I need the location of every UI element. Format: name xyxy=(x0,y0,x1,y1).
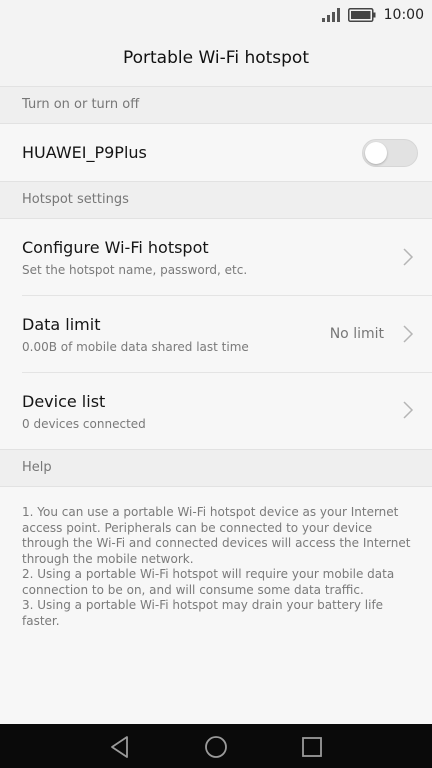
data-limit-title: Data limit xyxy=(22,315,101,334)
section-header-toggle: Turn on or turn off xyxy=(0,86,432,124)
chevron-right-icon xyxy=(403,401,414,419)
configure-hotspot-row[interactable]: Configure Wi-Fi hotspot Set the hotspot … xyxy=(0,219,432,296)
configure-hotspot-title: Configure Wi-Fi hotspot xyxy=(22,238,209,257)
status-icons: 10:00 xyxy=(321,6,424,24)
section-header-label: Turn on or turn off xyxy=(22,97,140,112)
status-bar: 10:00 xyxy=(0,0,432,30)
navigation-bar xyxy=(0,724,432,768)
home-icon[interactable] xyxy=(203,734,229,760)
hotspot-toggle-switch[interactable] xyxy=(362,139,418,167)
device-list-row[interactable]: Device list 0 devices connected xyxy=(0,373,432,449)
battery-icon xyxy=(347,8,376,22)
clock: 10:00 xyxy=(383,7,424,23)
data-limit-value: No limit xyxy=(329,326,384,342)
back-icon[interactable] xyxy=(107,734,133,760)
data-limit-row[interactable]: Data limit 0.00B of mobile data shared l… xyxy=(0,296,432,372)
device-list-title: Device list xyxy=(22,392,106,411)
recents-icon[interactable] xyxy=(299,734,325,760)
title-bar: Portable Wi-Fi hotspot xyxy=(0,30,432,86)
section-header-label: Help xyxy=(22,460,52,475)
section-header-label: Hotspot settings xyxy=(22,192,129,207)
signal-icon xyxy=(321,8,340,22)
page-title: Portable Wi-Fi hotspot xyxy=(122,48,309,68)
section-header-help: Help xyxy=(0,449,432,487)
section-header-settings: Hotspot settings xyxy=(0,181,432,219)
data-limit-subtitle: 0.00B of mobile data shared last time xyxy=(22,340,249,354)
configure-hotspot-subtitle: Set the hotspot name, password, etc. xyxy=(22,263,248,277)
help-text: 1. You can use a portable Wi-Fi hotspot … xyxy=(22,505,411,628)
chevron-right-icon xyxy=(403,248,414,266)
toggle-knob xyxy=(365,142,387,164)
hotspot-name-label: HUAWEI_P9Plus xyxy=(22,143,147,162)
hotspot-toggle-row[interactable]: HUAWEI_P9Plus xyxy=(0,124,432,181)
device-list-subtitle: 0 devices connected xyxy=(22,417,146,431)
chevron-right-icon xyxy=(403,325,414,343)
